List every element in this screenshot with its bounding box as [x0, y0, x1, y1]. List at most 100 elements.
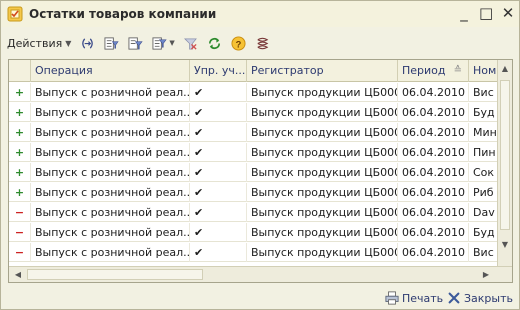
row-sign-icon: + [9, 163, 31, 182]
table-row[interactable]: + Выпуск с розничной реал... ✔ Выпуск проду… [9, 123, 498, 142]
row-sign-icon: + [9, 103, 31, 122]
cell-registrar: Выпуск продукции ЦБ000... [247, 103, 398, 122]
cell-operation: Выпуск с розничной реал... [31, 143, 190, 162]
refresh-button[interactable] [205, 33, 225, 53]
table-row[interactable]: + Выпуск с розничной реал... ✔ Выпуск проду… [9, 83, 498, 102]
close-icon [448, 292, 460, 304]
vertical-scroll-thumb[interactable] [500, 80, 510, 230]
scroll-right-icon[interactable]: ▶ [479, 268, 493, 282]
sort-icon: ≙ [453, 65, 462, 76]
help-button[interactable]: ? [229, 33, 249, 53]
cell-item: Пин [469, 143, 498, 162]
document-icon [7, 6, 23, 22]
column-header-period[interactable]: Период ≙ [398, 60, 469, 82]
column-header-registrar[interactable]: Регистратор [247, 60, 398, 82]
chevron-down-icon[interactable]: ▼ [169, 39, 174, 47]
table-row[interactable]: + Выпуск с розничной реал... ✔ Выпуск проду… [9, 163, 498, 182]
table-row[interactable]: + Выпуск с розничной реал... ✔ Выпуск проду… [9, 143, 498, 162]
table-row[interactable]: + Выпуск с розничной реал... ✔ Выпуск проду… [9, 103, 498, 122]
cell-operation: Выпуск с розничной реал... [31, 163, 190, 182]
structure-icon [257, 37, 269, 49]
cell-management-check: ✔ [190, 163, 247, 182]
svg-text:?: ? [236, 39, 242, 49]
cell-period: 06.04.2010 ... [398, 243, 469, 262]
cell-item: Вис [469, 83, 498, 102]
table-row[interactable]: − Выпуск с розничной реал... ✔ Выпуск проду… [9, 223, 498, 242]
chevron-down-icon: ▼ [65, 38, 72, 48]
remains-table[interactable]: Операция Упр. уч... Регистратор Период ≙… [8, 59, 513, 283]
column-header-operation[interactable]: Операция [31, 60, 190, 82]
cell-registrar: Выпуск продукции ЦБ000... [247, 223, 398, 242]
cell-management-check: ✔ [190, 203, 247, 222]
cell-period: 06.04.2010 ... [398, 103, 469, 122]
filter-button[interactable] [125, 33, 145, 53]
cell-registrar: Выпуск продукции ЦБ000... [247, 143, 398, 162]
cell-item: Сок [469, 163, 498, 182]
cell-registrar: Выпуск продукции ЦБ000... [247, 203, 398, 222]
scroll-left-icon[interactable]: ◀ [11, 268, 25, 282]
scroll-up-icon[interactable]: ▲ [498, 62, 512, 76]
filter-menu-button[interactable] [149, 33, 169, 53]
row-sign-icon: + [9, 83, 31, 102]
column-header-sign[interactable] [9, 60, 31, 82]
footer-bar: Печать Закрыть [1, 287, 519, 309]
cell-operation: Выпуск с розничной реал... [31, 103, 190, 122]
filter-icon [128, 36, 143, 50]
print-button-label: Печать [402, 291, 444, 305]
cell-item: Риб [469, 183, 498, 202]
row-sign-icon: − [9, 203, 31, 222]
range-button[interactable] [77, 33, 97, 53]
row-sign-icon: + [9, 123, 31, 142]
scroll-down-icon[interactable]: ▼ [498, 238, 512, 252]
cell-management-check: ✔ [190, 183, 247, 202]
filter-menu-icon [152, 36, 167, 50]
table-row[interactable]: − Выпуск с розничной реал... ✔ Выпуск проду… [9, 243, 498, 262]
cell-management-check: ✔ [190, 123, 247, 142]
filter-list-button[interactable] [101, 33, 121, 53]
cell-registrar: Выпуск продукции ЦБ000... [247, 83, 398, 102]
row-sign-icon: + [9, 183, 31, 202]
cell-period: 06.04.2010 ... [398, 123, 469, 142]
table-row[interactable]: − Выпуск с розничной реал... ✔ Выпуск проду… [9, 203, 498, 222]
cell-registrar: Выпуск продукции ЦБ000... [247, 163, 398, 182]
cell-item: Вис [469, 243, 498, 262]
minimize-button[interactable]: _ [457, 4, 471, 22]
close-window-button[interactable]: ✕ [501, 4, 515, 22]
actions-menu[interactable]: Действия ▼ [7, 37, 71, 50]
structure-button[interactable] [253, 33, 273, 53]
title-bar[interactable]: Остатки товаров компании _ □ ✕ [1, 1, 519, 27]
refresh-icon [209, 37, 221, 49]
window-controls: _ □ ✕ [457, 4, 515, 22]
window-title: Остатки товаров компании [29, 7, 217, 21]
cell-management-check: ✔ [190, 103, 247, 122]
column-header-management[interactable]: Упр. уч... [190, 60, 247, 82]
horizontal-scrollbar[interactable]: ◀ ▶ [9, 266, 512, 282]
close-button[interactable]: Закрыть [447, 289, 513, 307]
cell-period: 06.04.2010 ... [398, 143, 469, 162]
maximize-button[interactable]: □ [479, 4, 493, 22]
cell-operation: Выпуск с розничной реал... [31, 83, 190, 102]
clear-filter-button[interactable] [181, 33, 201, 53]
vertical-scrollbar[interactable]: ▲ ▼ [497, 60, 512, 267]
report-window: Остатки товаров компании _ □ ✕ Действия … [0, 0, 520, 310]
cell-operation: Выпуск с розничной реал... [31, 243, 190, 262]
cell-operation: Выпуск с розничной реал... [31, 183, 190, 202]
cell-management-check: ✔ [190, 223, 247, 242]
column-header-item[interactable]: Ном [469, 60, 498, 82]
print-button[interactable]: Печать [385, 289, 443, 307]
horizontal-scroll-thumb[interactable] [27, 269, 203, 280]
filter-list-icon [104, 36, 119, 50]
cell-period: 06.04.2010 ... [398, 83, 469, 102]
cell-operation: Выпуск с розничной реал... [31, 223, 190, 242]
table-row[interactable]: + Выпуск с розничной реал... ✔ Выпуск проду… [9, 183, 498, 202]
cell-item: Мин [469, 123, 498, 142]
row-sign-icon: − [9, 243, 31, 262]
close-button-label: Закрыть [464, 291, 513, 305]
cell-operation: Выпуск с розничной реал... [31, 123, 190, 142]
cell-management-check: ✔ [190, 243, 247, 262]
toolbar: Действия ▼ ▼ ? [1, 31, 519, 55]
cell-period: 06.04.2010 ... [398, 223, 469, 242]
cell-item: Буд [469, 103, 498, 122]
cell-registrar: Выпуск продукции ЦБ000... [247, 123, 398, 142]
cell-management-check: ✔ [190, 143, 247, 162]
